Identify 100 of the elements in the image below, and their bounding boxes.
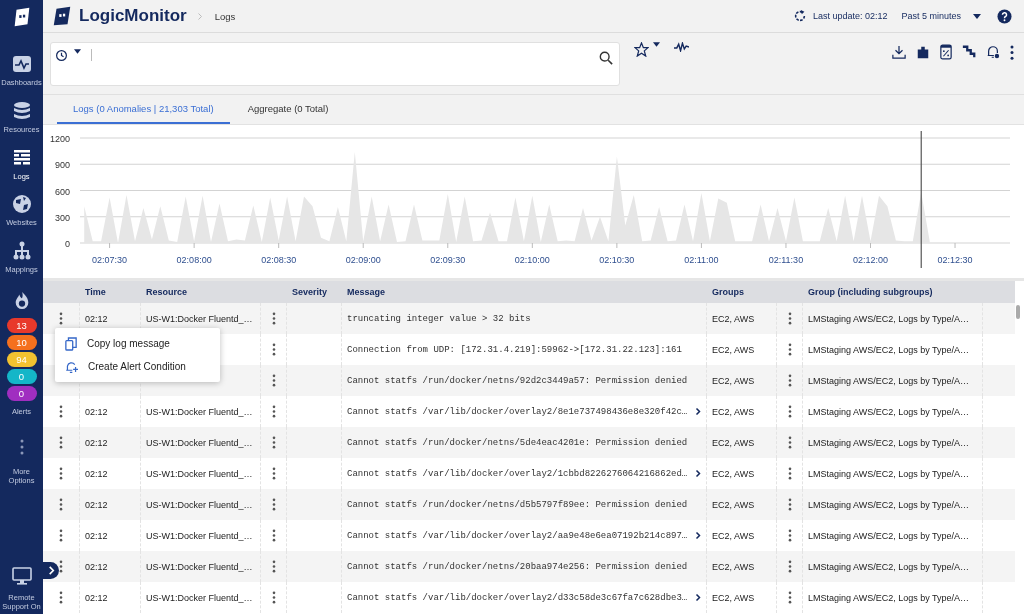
axis-tick-label: 900 <box>54 160 70 171</box>
brand-name[interactable]: LogicMonitor <box>79 6 187 26</box>
hierarchy-icon <box>11 241 32 261</box>
resource-link[interactable]: US-W1:Docker Fluentd_… <box>146 313 253 324</box>
group-menu-icon[interactable] <box>787 591 792 604</box>
group-menu-icon[interactable] <box>787 405 792 418</box>
resource-link[interactable]: US-W1:Docker Fluentd_… <box>146 499 253 510</box>
history-icon[interactable] <box>55 49 68 62</box>
steps-icon[interactable] <box>962 45 976 59</box>
resource-menu-icon[interactable] <box>271 436 276 449</box>
chevron-icon <box>196 11 203 21</box>
bell-plus-icon <box>65 359 78 374</box>
group-menu-icon[interactable] <box>787 467 792 480</box>
caret-icon[interactable] <box>653 42 660 47</box>
resource-menu-icon[interactable] <box>271 312 276 325</box>
breadcrumb: Logs <box>214 10 236 22</box>
log-message: Cannot statfs /run/docker/netns/20baa974e256: Permission denied <box>347 561 688 572</box>
bell-gear-icon[interactable] <box>986 45 1000 59</box>
group-menu-icon[interactable] <box>787 560 792 573</box>
row-menu-icon[interactable] <box>59 312 63 325</box>
menu-item[interactable]: Copy log message <box>55 332 220 355</box>
menu-item[interactable]: Create Alert Condition <box>55 355 220 378</box>
scrollbar[interactable] <box>1016 305 1020 319</box>
row-menu-icon[interactable] <box>59 436 63 449</box>
resource-menu-icon[interactable] <box>271 591 276 604</box>
row-menu-icon[interactable] <box>59 560 63 573</box>
row-menu-icon[interactable] <box>59 498 63 511</box>
axis-tick-label: 02:11:30 <box>768 255 804 265</box>
resource-menu-icon[interactable] <box>271 498 276 511</box>
resource-menu-icon[interactable] <box>271 467 276 480</box>
refresh-icon[interactable] <box>792 9 807 23</box>
resource-link[interactable]: US-W1:Docker Fluentd_… <box>146 530 253 541</box>
axis-tick-label: 02:08:00 <box>176 255 212 265</box>
table-cell: 02:12 <box>85 437 108 448</box>
resource-link[interactable]: US-W1:Docker Fluentd_… <box>146 406 253 417</box>
chevron-icon <box>46 566 56 575</box>
table-cell: LMStaging AWS/EC2, Logs by Type/A… <box>808 592 970 603</box>
resource-link[interactable]: US-W1:Docker Fluentd_… <box>146 561 253 572</box>
axis-tick-label: 02:10:00 <box>514 255 550 265</box>
group-menu-icon[interactable] <box>787 312 792 325</box>
group-menu-icon[interactable] <box>787 436 792 449</box>
logo-icon[interactable] <box>51 5 73 27</box>
help-icon[interactable] <box>997 8 1012 24</box>
column-header[interactable]: Time <box>80 281 141 303</box>
table-cell: EC2, AWS <box>712 375 755 386</box>
column-header[interactable]: Message <box>342 281 707 303</box>
log-message: truncating integer value > 32 bits <box>347 313 531 324</box>
table-cell: 02:12 <box>85 530 108 541</box>
alert-count-badge[interactable]: 13 <box>6 317 37 333</box>
tab[interactable]: Aggregate (0 Total) <box>231 95 345 124</box>
group-menu-icon[interactable] <box>787 343 792 356</box>
pulse-icon[interactable] <box>674 42 689 52</box>
row-menu-icon[interactable] <box>59 591 63 604</box>
table-cell: LMStaging AWS/EC2, Logs by Type/A… <box>808 530 970 541</box>
group-menu-icon[interactable] <box>787 498 792 511</box>
table-cell: 02:12 <box>85 313 108 324</box>
axis-tick-label: 02:12:30 <box>937 255 973 265</box>
row-menu-icon[interactable] <box>59 467 63 480</box>
download-icon[interactable] <box>892 45 906 59</box>
resource-link[interactable]: US-W1:Docker Fluentd_… <box>146 592 253 603</box>
resource-link[interactable]: US-W1:Docker Fluentd_… <box>146 468 253 479</box>
search-field[interactable] <box>50 42 620 86</box>
log-message: Cannot statfs /var/lib/docker/overlay2/d33c58de3c67fa7c628dbe3… <box>347 592 688 603</box>
alert-count-badge[interactable]: 0 <box>6 385 37 401</box>
expand-chevron-icon[interactable] <box>695 593 701 602</box>
column-header[interactable]: Group (including subgroups) <box>803 281 983 303</box>
resource-menu-icon[interactable] <box>271 529 276 542</box>
percent-file-icon[interactable] <box>940 44 952 60</box>
table-cell: EC2, AWS <box>712 530 755 541</box>
expand-chevron-icon[interactable] <box>695 531 701 540</box>
table-cell: EC2, AWS <box>712 561 755 572</box>
resource-menu-icon[interactable] <box>271 343 276 356</box>
expand-chevron-icon[interactable] <box>695 407 701 416</box>
column-header[interactable]: Resource <box>141 281 261 303</box>
table-cell: EC2, AWS <box>712 406 755 417</box>
group-menu-icon[interactable] <box>787 529 792 542</box>
chart-icon <box>11 54 32 74</box>
star-icon[interactable] <box>634 42 649 57</box>
axis-tick-label: 02:08:30 <box>261 255 297 265</box>
search-icon[interactable] <box>599 51 613 65</box>
expand-sidebar-button[interactable] <box>43 562 59 579</box>
table-cell: 02:12 <box>85 468 108 479</box>
column-header[interactable]: Severity <box>287 281 342 303</box>
row-menu-icon[interactable] <box>59 529 63 542</box>
resource-menu-icon[interactable] <box>271 374 276 387</box>
group-menu-icon[interactable] <box>787 374 792 387</box>
caret-icon[interactable] <box>74 49 81 54</box>
column-header[interactable]: Groups <box>707 281 777 303</box>
resource-menu-icon[interactable] <box>271 405 276 418</box>
axis-tick-label: 300 <box>54 212 70 223</box>
more-icon[interactable] <box>1010 44 1014 60</box>
table-cell: LMStaging AWS/EC2, Logs by Type/A… <box>808 468 970 479</box>
log-message: Cannot statfs /run/docker/netns/92d2c3449a57: Permission denied <box>347 375 688 386</box>
row-menu-icon[interactable] <box>59 405 63 418</box>
log-message: Cannot statfs /var/lib/docker/overlay2/1cbbd8226276064216862ed… <box>347 468 688 479</box>
table-cell: 02:12 <box>85 561 108 572</box>
resource-menu-icon[interactable] <box>271 560 276 573</box>
expand-chevron-icon[interactable] <box>695 469 701 478</box>
resource-link[interactable]: US-W1:Docker Fluentd_… <box>146 437 253 448</box>
time-range-dropdown[interactable]: Past 5 minutes <box>901 11 981 21</box>
